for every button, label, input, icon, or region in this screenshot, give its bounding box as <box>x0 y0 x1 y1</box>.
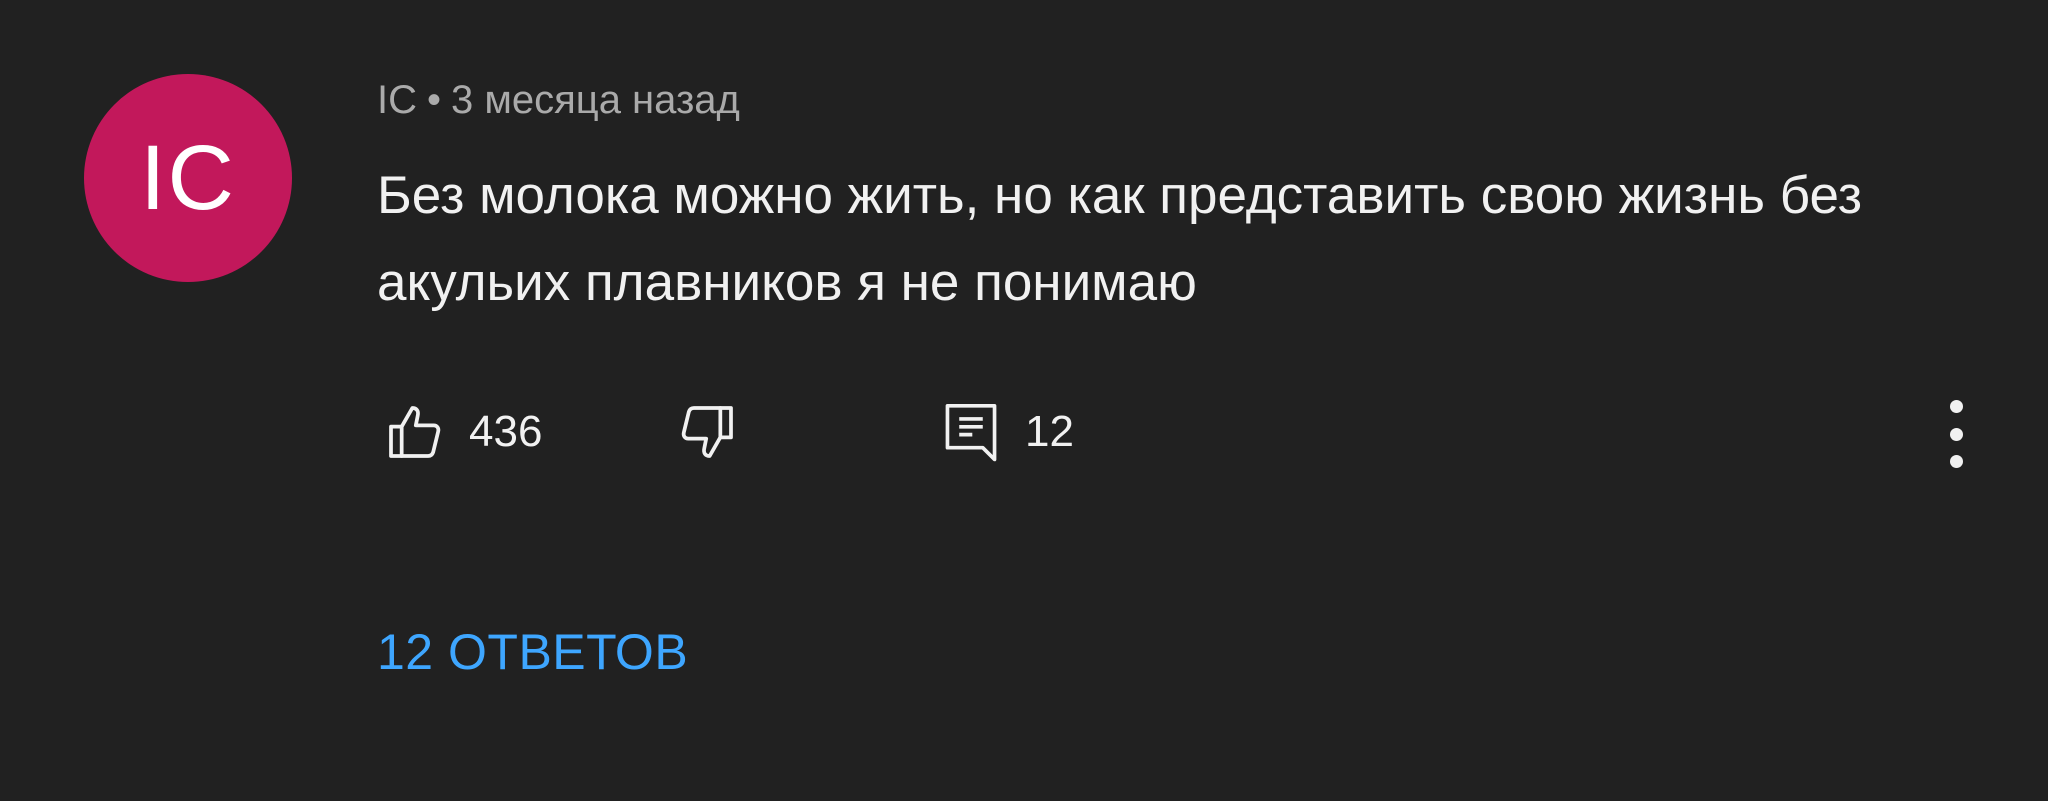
comment-text: Без молока можно жить, но как представит… <box>377 166 1863 312</box>
meta-separator: • <box>427 78 442 122</box>
reply-count: 12 <box>1025 407 1074 456</box>
like-button[interactable]: 436 <box>383 400 542 464</box>
author-name[interactable]: IC <box>377 78 417 122</box>
dislike-button[interactable] <box>675 400 739 464</box>
avatar[interactable]: IC <box>84 74 292 282</box>
more-dot <box>1949 455 1963 468</box>
comment-meta: IC • 3 месяца назад <box>377 78 740 123</box>
view-replies-link[interactable]: 12 ОТВЕТОВ <box>377 623 688 681</box>
avatar-initials: IC <box>140 126 236 229</box>
reply-button[interactable]: 12 <box>939 398 1074 466</box>
comment-time[interactable]: 3 месяца назад <box>451 78 740 122</box>
more-dot <box>1949 427 1963 441</box>
comment-icon <box>939 398 1003 466</box>
like-count: 436 <box>469 407 543 456</box>
more-vertical-icon[interactable] <box>1940 400 1972 468</box>
thumbs-down-icon <box>675 400 739 464</box>
thumbs-up-icon <box>383 400 447 464</box>
more-dot <box>1949 400 1963 413</box>
